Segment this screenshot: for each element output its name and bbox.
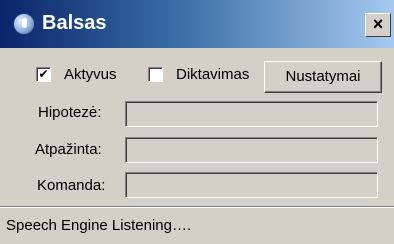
recognized-field[interactable] [125,137,378,163]
recognized-label: Atpažinta: [35,141,102,158]
command-field[interactable] [125,172,378,198]
dictation-label[interactable]: Diktavimas [176,66,249,84]
close-button[interactable]: × [365,13,391,37]
active-label[interactable]: Aktyvus [64,66,117,84]
balsas-window: Balsas × ✔ Aktyvus Diktavimas Nustatymai… [0,0,394,244]
settings-button[interactable]: Nustatymai [264,61,382,93]
window-title: Balsas [42,12,107,34]
active-checkbox[interactable]: ✔ [36,67,51,82]
microphone-app-icon [13,13,35,35]
dictation-checkbox[interactable] [148,67,163,82]
command-label: Komanda: [37,177,106,194]
title-bar[interactable]: Balsas × [0,0,394,48]
status-bar: Speech Engine Listening…. [0,206,394,244]
hypothesis-label: Hipotezė: [38,104,102,121]
status-text: Speech Engine Listening…. [6,217,192,234]
hypothesis-field[interactable] [125,101,378,127]
